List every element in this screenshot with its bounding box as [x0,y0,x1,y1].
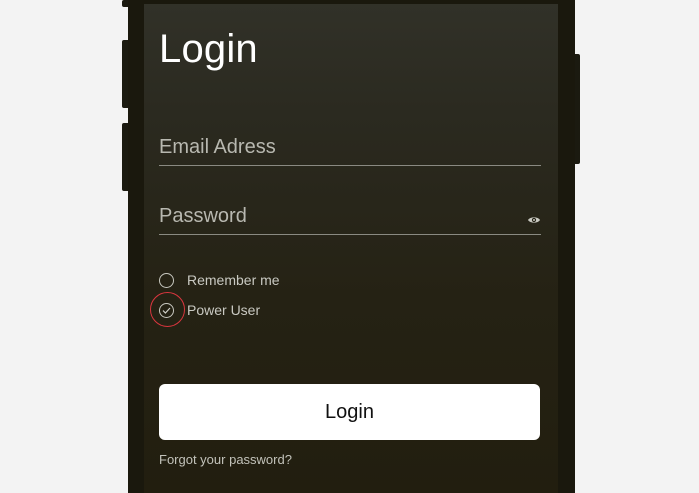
login-screen: Login Remember me [144,4,558,493]
forgot-password-link[interactable]: Forgot your password? [159,452,292,467]
page-title: Login [159,27,258,71]
remember-me-radio[interactable] [159,272,174,288]
password-field-container [159,200,541,235]
power-user-checkbox[interactable] [159,302,174,318]
eye-icon[interactable] [527,213,541,225]
checkmark-icon [162,307,171,314]
email-field[interactable] [159,131,499,163]
remember-me-label: Remember me [187,272,280,288]
phone-frame: Login Remember me [128,0,575,493]
password-field[interactable] [159,200,499,232]
remember-me-option[interactable]: Remember me [159,270,280,290]
login-button[interactable]: Login [159,384,540,440]
page-background: Login Remember me [0,0,699,493]
email-field-container [159,131,541,166]
power-user-option[interactable]: Power User [159,300,260,320]
power-user-label: Power User [187,302,261,318]
